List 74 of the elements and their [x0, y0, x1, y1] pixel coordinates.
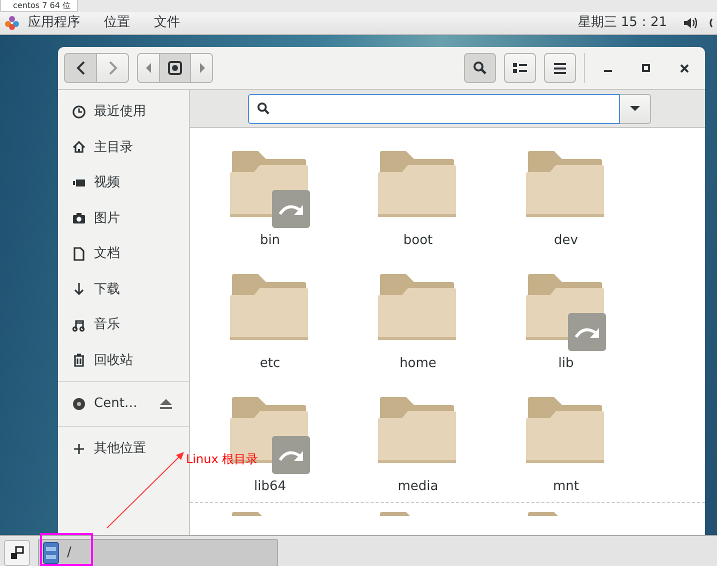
sidebar-item[interactable]: 主目录	[58, 130, 189, 165]
view-toggle-button[interactable]	[504, 53, 536, 83]
back-button[interactable]	[64, 53, 97, 83]
sidebar-label: 音乐	[94, 316, 120, 334]
forward-icon	[108, 61, 118, 75]
music-note-icon	[72, 318, 86, 332]
folder-name: bin	[260, 232, 280, 250]
symlink-badge	[568, 313, 606, 351]
folder-name: home	[400, 355, 436, 373]
sidebar-label: 文档	[94, 245, 120, 263]
trash-icon	[72, 353, 86, 368]
menu-item[interactable]: 应用程序	[28, 13, 80, 33]
sidebar-label: 其他位置	[94, 440, 146, 458]
sidebar-label: 最近使用	[94, 103, 146, 121]
folder-name: etc	[260, 355, 280, 373]
maximize-icon	[642, 64, 650, 72]
folder-name: lib	[558, 355, 574, 373]
sidebar-label: 下载	[94, 280, 120, 298]
back-icon	[76, 61, 86, 75]
volume-icon[interactable]	[683, 16, 697, 30]
folder-icon[interactable]	[526, 273, 606, 353]
windows-icon	[10, 546, 24, 560]
home-icon	[72, 140, 86, 154]
app-menu-icon	[4, 15, 20, 31]
menu-button[interactable]	[544, 53, 576, 83]
sidebar-item[interactable]: 视频	[58, 165, 189, 200]
right-arrow-icon	[198, 63, 204, 73]
folder-name: mnt	[553, 478, 579, 496]
dropdown-button[interactable]	[620, 94, 651, 124]
search-button[interactable]	[464, 53, 496, 83]
search-icon	[473, 61, 487, 75]
symlink-badge	[272, 190, 310, 228]
download-icon	[72, 282, 86, 296]
symlink-badge	[272, 436, 310, 474]
sidebar-item[interactable]: 文档	[58, 236, 189, 272]
folder-name: lib64	[254, 478, 286, 496]
highlight-frame	[40, 533, 93, 566]
search-icon	[257, 102, 270, 115]
clock-icon	[72, 104, 86, 119]
file-cabinet-icon	[43, 542, 59, 564]
menu-icon	[554, 62, 566, 74]
folder-name: dev	[554, 232, 578, 250]
folder-name: media	[398, 478, 438, 496]
menu-item[interactable]: 文件	[154, 13, 180, 33]
camera-icon	[72, 211, 86, 226]
taskbar-task[interactable]: /	[38, 538, 278, 566]
sidebar-label: 回收站	[94, 352, 133, 370]
caret-icon	[630, 106, 640, 111]
sidebar-item[interactable]: Cent…	[58, 385, 189, 423]
sidebar-item[interactable]: 下载	[58, 272, 189, 307]
sidebar-label: 视频	[94, 174, 120, 192]
root-path-button[interactable]	[159, 53, 191, 83]
sidebar-item[interactable]: 最近使用	[58, 94, 189, 130]
left-arrow-icon	[146, 63, 152, 73]
menu-item[interactable]: 位置	[104, 13, 130, 33]
sidebar-item[interactable]: 图片	[58, 200, 189, 236]
vm-tab[interactable]: centos 7 64 位	[0, 0, 78, 12]
folder-icon[interactable]	[230, 150, 310, 230]
disc-icon	[72, 397, 86, 411]
sidebar-label: Cent…	[94, 395, 138, 414]
folder-name: boot	[403, 232, 433, 250]
document-icon	[72, 246, 86, 261]
plus-icon	[72, 442, 86, 456]
show-desktop-button[interactable]	[4, 540, 30, 566]
close-icon	[680, 64, 688, 72]
sidebar-label: 主目录	[94, 138, 133, 156]
sidebar-item[interactable]: 音乐	[58, 307, 189, 342]
eject-icon	[159, 398, 173, 410]
sidebar-item[interactable]: 回收站	[58, 342, 189, 378]
list-view-icon	[513, 62, 527, 74]
search-field[interactable]	[248, 94, 620, 124]
clock[interactable]: 星期三 15：21	[578, 13, 667, 33]
sidebar-label: 图片	[94, 210, 120, 228]
annotation-text: Linux 根目录	[186, 451, 258, 468]
